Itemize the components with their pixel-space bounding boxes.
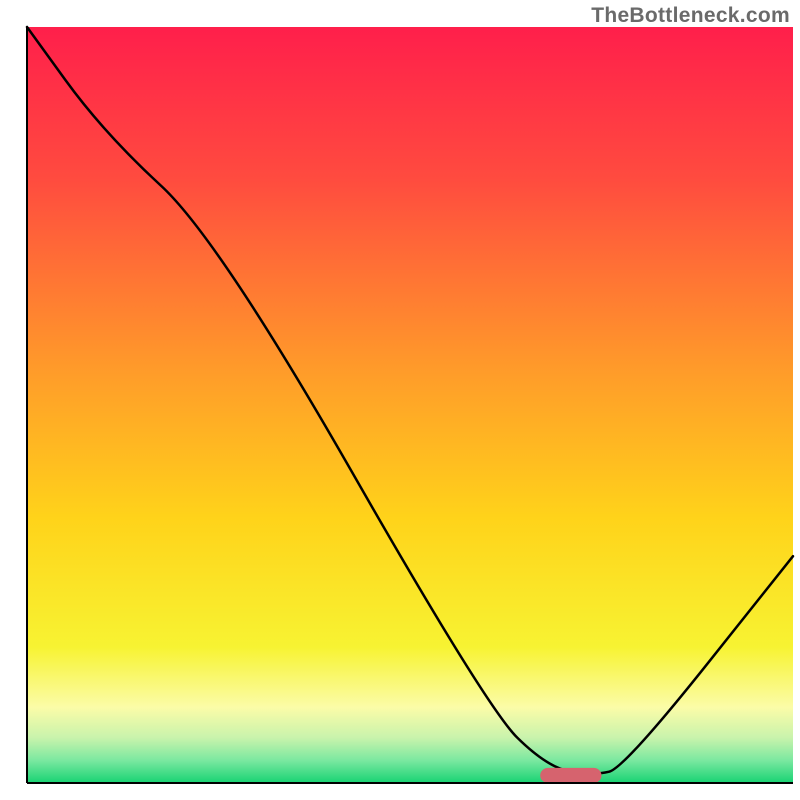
- plot-background: [27, 27, 793, 783]
- bottleneck-chart: [0, 0, 800, 800]
- optimal-marker: [540, 768, 601, 783]
- chart-container: TheBottleneck.com: [0, 0, 800, 800]
- watermark-text: TheBottleneck.com: [591, 4, 790, 28]
